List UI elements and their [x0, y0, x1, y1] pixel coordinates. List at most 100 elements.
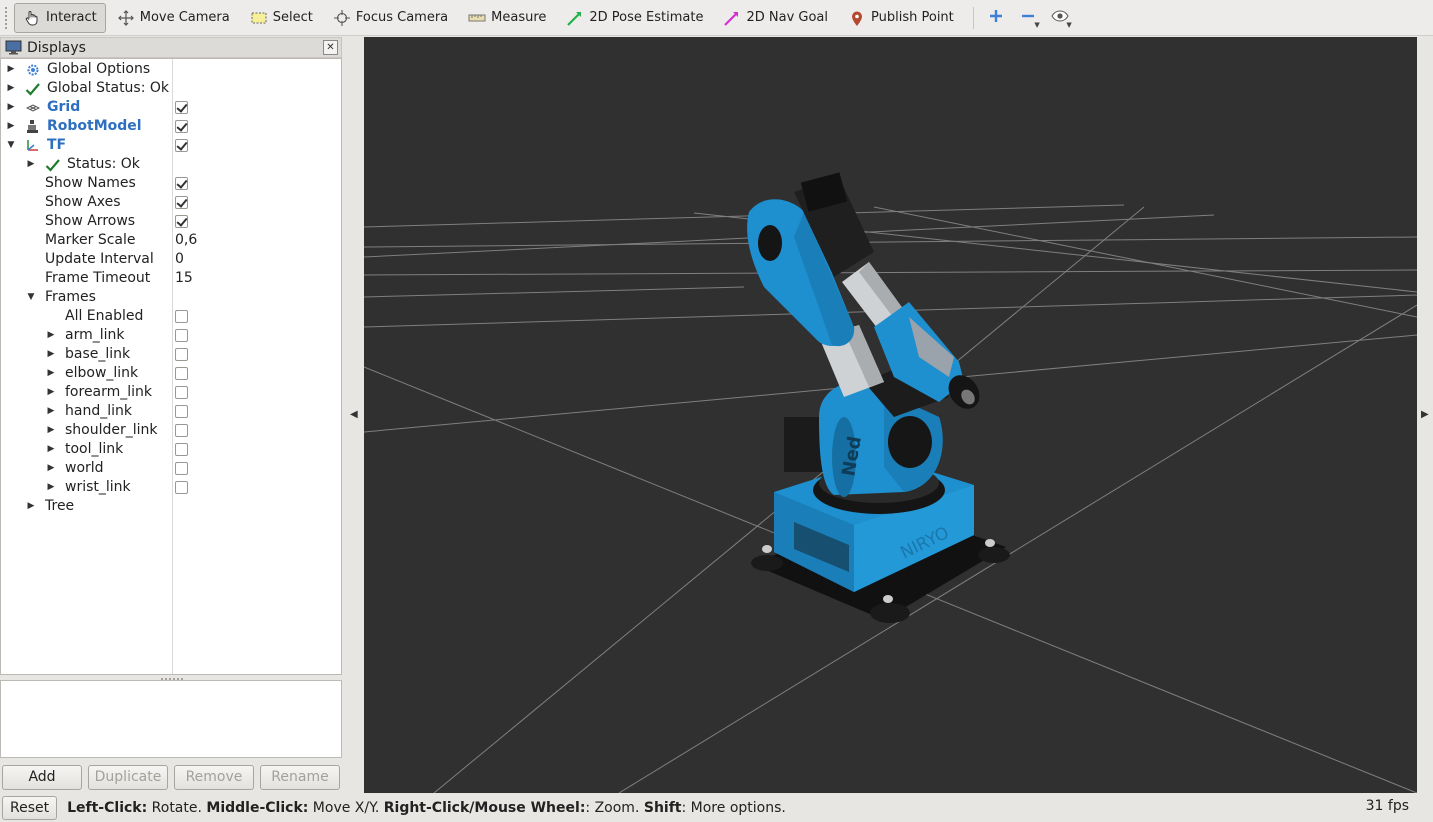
marker-scale-value[interactable]: 0,6: [175, 231, 197, 250]
tree-row-robotmodel[interactable]: ▶ RobotModel: [1, 117, 341, 136]
tool-measure[interactable]: Measure: [459, 3, 555, 33]
tree-row-all-enabled[interactable]: All Enabled: [1, 307, 341, 326]
robot-model: NIRYO Ned: [747, 172, 1010, 623]
tree-row-frames[interactable]: ▼ Frames: [1, 288, 341, 307]
tree-row-global-options[interactable]: ▶ Global Options: [1, 60, 341, 79]
expand-arrow-icon[interactable]: ▶: [45, 345, 57, 364]
mouse-hint-text: Left-Click: Rotate. Middle-Click: Move X…: [67, 800, 786, 816]
tree-row-label: Tree: [45, 498, 75, 514]
expand-arrow-icon[interactable]: ▶: [5, 60, 17, 79]
tree-row-tf[interactable]: ▼ TF: [1, 136, 341, 155]
tool-2d-pose-estimate[interactable]: 2D Pose Estimate: [557, 3, 712, 33]
all-enabled-checkbox[interactable]: [175, 310, 188, 323]
displays-panel: Displays ✕ ▶ Global Options ▶ Global Sta…: [0, 37, 344, 794]
grid-enabled-checkbox[interactable]: [175, 101, 188, 114]
expand-arrow-icon[interactable]: ▶: [45, 478, 57, 497]
expand-arrow-icon[interactable]: ▶: [45, 364, 57, 383]
tree-row-label: shoulder_link: [65, 422, 158, 438]
collapse-arrow-icon[interactable]: ▼: [25, 288, 37, 307]
tree-row-label: Show Arrows: [45, 213, 136, 229]
tree-row-tf-status[interactable]: ▶ Status: Ok: [1, 155, 341, 174]
duplicate-display-button[interactable]: Duplicate: [88, 765, 168, 790]
hint-desc: Move X/Y.: [308, 800, 384, 816]
expand-arrow-icon[interactable]: ▶: [5, 79, 17, 98]
expand-arrow-icon[interactable]: ▶: [45, 383, 57, 402]
scene-svg: NIRYO Ned: [364, 172, 1417, 793]
tree-row-show-arrows[interactable]: Show Arrows: [1, 212, 341, 231]
frame-checkbox[interactable]: [175, 386, 188, 399]
tree-row-frame[interactable]: ▶ world: [1, 459, 341, 478]
rename-display-button[interactable]: Rename: [260, 765, 340, 790]
expand-arrow-icon[interactable]: ▶: [45, 459, 57, 478]
tree-row-frame[interactable]: ▶ shoulder_link: [1, 421, 341, 440]
add-display-button[interactable]: Add: [2, 765, 82, 790]
tf-enabled-checkbox[interactable]: [175, 139, 188, 152]
tool-select[interactable]: Select: [241, 3, 322, 33]
gear-icon: [25, 62, 40, 77]
expand-arrow-icon[interactable]: ▶: [45, 326, 57, 345]
frame-checkbox[interactable]: [175, 424, 188, 437]
move-arrows-icon: [117, 9, 135, 27]
frame-checkbox[interactable]: [175, 367, 188, 380]
frame-checkbox[interactable]: [175, 481, 188, 494]
tree-row-frame[interactable]: ▶ wrist_link: [1, 478, 341, 497]
toolbar-grip[interactable]: [4, 5, 8, 30]
remove-display-button[interactable]: Remove: [174, 765, 254, 790]
robotmodel-enabled-checkbox[interactable]: [175, 120, 188, 133]
expand-arrow-icon[interactable]: ▶: [5, 98, 17, 117]
tree-row-grid[interactable]: ▶ Grid: [1, 98, 341, 117]
frame-checkbox[interactable]: [175, 405, 188, 418]
tool-label: 2D Pose Estimate: [589, 10, 704, 25]
tool-focus-camera[interactable]: Focus Camera: [324, 3, 457, 33]
collapse-arrow-icon[interactable]: ▼: [5, 136, 17, 155]
show-axes-checkbox[interactable]: [175, 196, 188, 209]
tree-row-update-interval[interactable]: Update Interval 0: [1, 250, 341, 269]
tree-row-frame[interactable]: ▶ arm_link: [1, 326, 341, 345]
add-tool-button[interactable]: [982, 3, 1010, 33]
tree-row-label: Frames: [45, 289, 96, 305]
expand-arrow-icon[interactable]: ▶: [25, 497, 37, 516]
expand-arrow-icon[interactable]: ▶: [5, 117, 17, 136]
tool-publish-point[interactable]: Publish Point: [839, 3, 963, 33]
tree-row-label: Status: Ok: [67, 156, 140, 172]
chevron-down-icon: ▼: [1034, 20, 1040, 29]
frame-checkbox[interactable]: [175, 329, 188, 342]
tree-row-frame[interactable]: ▶ hand_link: [1, 402, 341, 421]
tree-row-frame[interactable]: ▶ forearm_link: [1, 383, 341, 402]
panels-view-button[interactable]: ▼: [1046, 3, 1074, 33]
tree-row-show-names[interactable]: Show Names: [1, 174, 341, 193]
tree-row-frame[interactable]: ▶ elbow_link: [1, 364, 341, 383]
tree-row-marker-scale[interactable]: Marker Scale 0,6: [1, 231, 341, 250]
frame-checkbox[interactable]: [175, 348, 188, 361]
tree-row-frame[interactable]: ▶ tool_link: [1, 440, 341, 459]
show-names-checkbox[interactable]: [175, 177, 188, 190]
tool-move-camera[interactable]: Move Camera: [108, 3, 239, 33]
expand-arrow-icon[interactable]: ▶: [25, 155, 37, 174]
update-interval-value[interactable]: 0: [175, 250, 184, 269]
reset-view-button[interactable]: Reset: [2, 796, 58, 820]
frame-checkbox[interactable]: [175, 462, 188, 475]
remove-tool-button[interactable]: ▼: [1014, 3, 1042, 33]
tool-2d-nav-goal[interactable]: 2D Nav Goal: [714, 3, 837, 33]
tree-row-show-axes[interactable]: Show Axes: [1, 193, 341, 212]
collapse-left-panel-arrow-icon[interactable]: ◀: [350, 409, 358, 420]
collapse-right-panel-arrow-icon[interactable]: ▶: [1421, 409, 1429, 420]
frame-timeout-value[interactable]: 15: [175, 269, 193, 288]
tree-row-frame[interactable]: ▶ base_link: [1, 345, 341, 364]
frame-checkbox[interactable]: [175, 443, 188, 456]
tree-row-frame-timeout[interactable]: Frame Timeout 15: [1, 269, 341, 288]
hint-key: Right-Click/Mouse Wheel:: [383, 800, 586, 816]
expand-arrow-icon[interactable]: ▶: [45, 421, 57, 440]
close-panel-button[interactable]: ✕: [323, 40, 338, 55]
render-viewport[interactable]: NIRYO Ned: [364, 37, 1417, 793]
tree-row-label: tool_link: [65, 441, 124, 457]
tree-row-global-status[interactable]: ▶ Global Status: Ok: [1, 79, 341, 98]
tool-interact[interactable]: Interact: [14, 2, 106, 33]
displays-panel-header: Displays ✕: [0, 37, 342, 58]
show-arrows-checkbox[interactable]: [175, 215, 188, 228]
checkmark-icon: [25, 81, 40, 96]
tree-row-tree[interactable]: ▶ Tree: [1, 497, 341, 516]
expand-arrow-icon[interactable]: ▶: [45, 402, 57, 421]
expand-arrow-icon[interactable]: ▶: [45, 440, 57, 459]
tree-row-label: Global Options: [47, 61, 151, 77]
